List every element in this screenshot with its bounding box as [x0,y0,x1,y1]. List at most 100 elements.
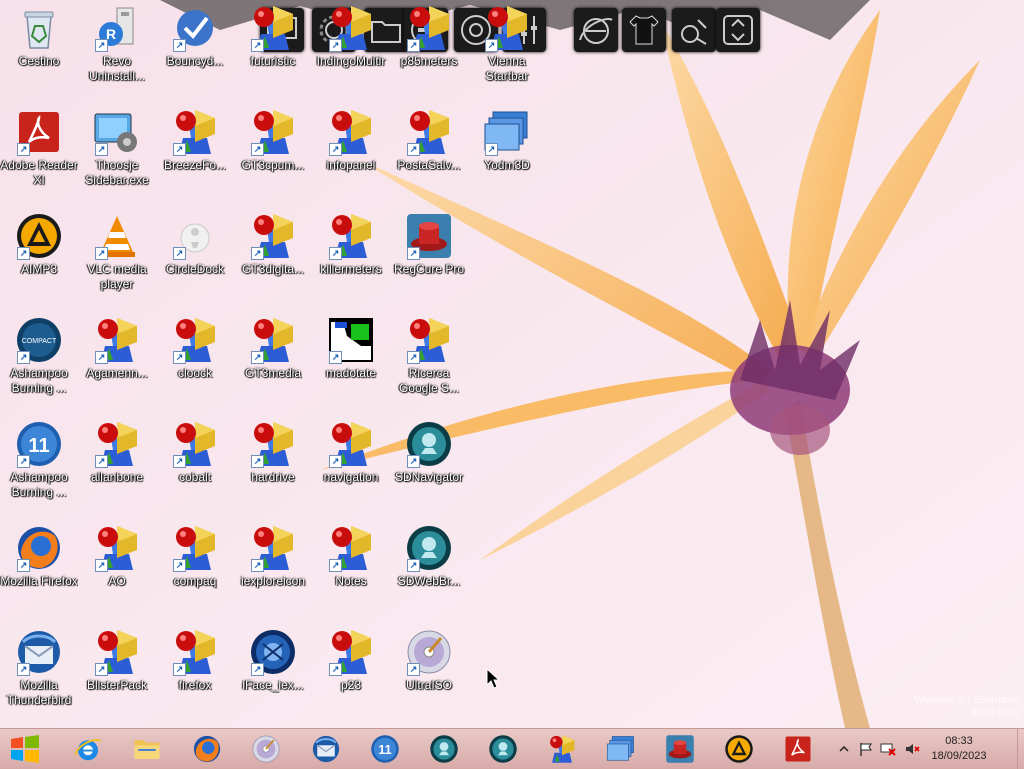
desktop-icon[interactable]: ↗ Notes [312,520,390,620]
desktop-icon-label: killermeters [320,262,382,276]
desktop-icon[interactable]: ↗ BreezeFo... [156,104,234,204]
taskbar-regcure-icon[interactable] [660,732,700,766]
desktop-icon[interactable]: ↗ iFace_iex... [234,624,312,724]
sd-icon: ↗ [405,524,453,572]
pdf-icon: ↗ [15,108,63,156]
desktop-icon[interactable]: ↗ killermeters [312,208,390,308]
sd-icon: ↗ [405,420,453,468]
desktop-icon[interactable]: ↗ cobalt [156,416,234,516]
desktop-icon-label: AIMP3 [20,262,57,276]
desktop-icon[interactable]: ↗ SDNavigator [390,416,468,516]
desktop-icon[interactable]: ↗ GT3media [234,312,312,412]
desktop-icon[interactable]: ↗ GT3cpum... [234,104,312,204]
red-light-icon: ↗ [93,628,141,676]
volume-muted-icon[interactable] [904,741,920,757]
desktop-icon-label: UltraISO [405,678,452,692]
desktop-icon-label: AO [108,574,126,588]
desktop-icon[interactable]: ↗ AIMP3 [0,208,78,308]
desktop-icon[interactable]: ↗ IndingoMultir [312,0,390,100]
desktop-icon[interactable]: ↗ Thoosje Sidebar.exe [78,104,156,204]
shortcut-arrow-icon: ↗ [173,663,186,676]
taskbar-sd-icon[interactable] [483,732,523,766]
desktop-icon[interactable]: ↗ madotate [312,312,390,412]
desktop-icon-label: Cestino [18,54,60,68]
desktop-icon[interactable]: ↗ hardrive [234,416,312,516]
desktop-icon[interactable]: ↗ p85meters [390,0,468,100]
desktop-icon[interactable]: ↗ iexploreicon [234,520,312,620]
desktop-icon[interactable]: ↗ Ricerca Google S... [390,312,468,412]
desktop-icon[interactable]: ↗ allanbone [78,416,156,516]
desktop-icon[interactable]: ↗ AO [78,520,156,620]
desktop-icon-label: Ashampoo Burning ... [10,470,68,499]
taskbar-aimp-icon[interactable] [719,732,759,766]
desktop-icon-label: SDNavigator [394,470,464,484]
revo-icon: R ↗ [93,4,141,52]
desktop-icon-label: navigation [323,470,379,484]
red-light-icon: ↗ [327,4,375,52]
desktop-icon[interactable]: 11 ↗ Ashampoo Burning ... [0,416,78,516]
ashampoo-compact-icon: COMPACT ↗ [15,316,63,364]
desktop-icon-label: cobalt [178,470,212,484]
desktop-icon[interactable]: ↗ Mozilla Firefox [0,520,78,620]
desktop-icon[interactable]: ↗ Yodm3D [468,104,546,204]
taskbar-disc-icon[interactable] [246,732,286,766]
taskbar-ashampoo-11-icon[interactable]: 11 [365,732,405,766]
network-error-icon[interactable] [880,741,896,757]
taskbar-explorer-icon[interactable] [127,732,167,766]
action-center-flag-icon[interactable] [858,741,874,757]
desktop-icon[interactable]: ↗ RegCure Pro [390,208,468,308]
red-light-icon: ↗ [171,108,219,156]
show-hidden-icons-icon[interactable] [836,741,852,757]
desktop-icon[interactable]: ↗ Bouncyd... [156,0,234,100]
red-light-icon: ↗ [171,628,219,676]
desktop-icon-label: iFace_iex... [242,678,304,692]
desktop-icon[interactable]: ↗ Agamenn... [78,312,156,412]
taskbar-firefox-icon[interactable] [187,732,227,766]
desktop-icon[interactable]: ↗ p23 [312,624,390,724]
taskbar-windows-icon[interactable] [601,732,641,766]
shortcut-arrow-icon: ↗ [407,39,420,52]
desktop-icon-label: Mozilla Firefox [0,574,78,588]
red-light-icon: ↗ [405,108,453,156]
shortcut-arrow-icon: ↗ [17,663,30,676]
desktop-icon[interactable]: ↗ PostaSalv... [390,104,468,204]
desktop-icon[interactable]: Cestino [0,0,78,100]
desktop-icon[interactable]: ↗ Vienna Startbar [468,0,546,100]
taskbar-sd-icon[interactable] [424,732,464,766]
desktop-icon[interactable]: ↗ Mozilla Thunderbird [0,624,78,724]
desktop-icon[interactable]: ↗ firefox [156,624,234,724]
desktop-icon-label: GT3cpum... [241,158,305,172]
taskbar-pdf-icon[interactable] [778,732,818,766]
desktop-icon[interactable]: ↗ CircleDock [156,208,234,308]
desktop-icon[interactable]: ↗ SDWebBr... [390,520,468,620]
taskbar-thunderbird-icon[interactable] [306,732,346,766]
desktop-icon[interactable]: ↗ cloock [156,312,234,412]
desktop-icon[interactable]: ↗ navigation [312,416,390,516]
taskbar-red-light-icon[interactable] [542,732,582,766]
clock[interactable]: 08:33 18/09/2023 [924,734,994,764]
clock-time: 08:33 [945,735,973,747]
desktop-icon-label: Mozilla Thunderbird [6,678,72,707]
desktop-icon[interactable]: ↗ GT3digita... [234,208,312,308]
shortcut-arrow-icon: ↗ [17,351,30,364]
desktop-icon-label: p85meters [400,54,458,68]
clock-date: 18/09/2023 [931,750,987,762]
red-light-icon: ↗ [249,4,297,52]
start-button[interactable] [8,733,42,765]
desktop-icon-label: Ricerca Google S... [398,366,460,395]
desktop-icon[interactable]: R ↗ Revo Uninstall... [78,0,156,100]
desktop-icon[interactable]: ↗ Adobe Reader XI [0,104,78,204]
watermark-build: Build 9200 [972,708,1020,719]
desktop-icon-label: Yodm3D [484,158,530,172]
desktop-icon[interactable]: ↗ VLC media player [78,208,156,308]
desktop-icon[interactable]: ↗ BlisterPack [78,624,156,724]
taskbar-ie-icon[interactable] [68,732,108,766]
desktop-icon[interactable]: ↗ UltraISO [390,624,468,724]
desktop-icon[interactable]: ↗ compaq [156,520,234,620]
red-light-icon: ↗ [327,524,375,572]
desktop-icon[interactable]: ↗ futuristic [234,0,312,100]
desktop-icon[interactable]: ↗ infopanel [312,104,390,204]
show-desktop-button[interactable] [1017,729,1024,769]
desktop-icon[interactable]: COMPACT ↗ Ashampoo Burning ... [0,312,78,412]
desktop-icon-label: madotate [325,366,377,380]
